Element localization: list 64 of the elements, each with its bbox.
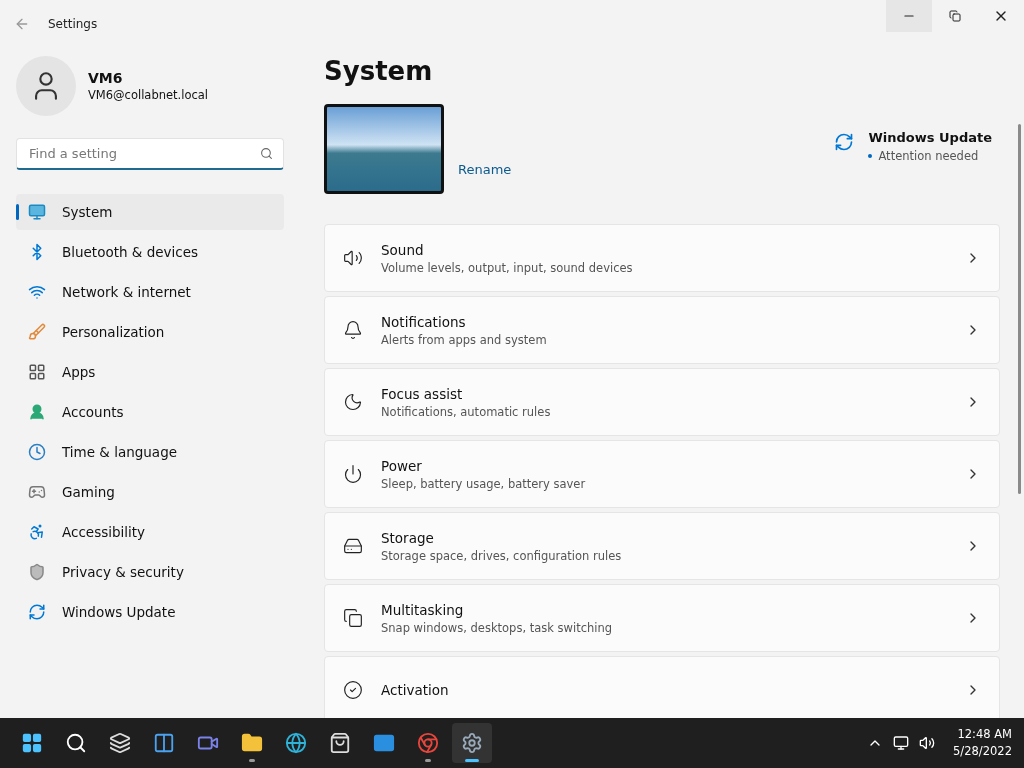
sidebar-item[interactable]: System xyxy=(16,194,284,230)
sidebar-item[interactable]: Accessibility xyxy=(16,514,284,550)
power-icon xyxy=(343,464,363,484)
setting-description: Alerts from apps and system xyxy=(381,332,548,347)
clock-icon xyxy=(28,443,46,461)
sidebar-item[interactable]: Accounts xyxy=(16,394,284,430)
monitor-icon xyxy=(28,203,46,221)
search-icon xyxy=(260,147,273,160)
refresh-icon xyxy=(834,132,855,152)
window-title: Settings xyxy=(48,17,98,31)
sidebar-item[interactable]: Personalization xyxy=(16,314,284,350)
network-icon[interactable] xyxy=(893,735,910,751)
settings-card[interactable]: Focus assist Notifications, automatic rules xyxy=(324,368,1000,436)
setting-description: Sleep, battery usage, battery saver xyxy=(381,476,587,491)
settings-card[interactable]: Activation xyxy=(324,656,1000,718)
setting-title: Multitasking xyxy=(381,601,465,618)
setting-title: Focus assist xyxy=(381,385,464,402)
sidebar-item[interactable]: Gaming xyxy=(16,474,284,510)
shield-icon xyxy=(28,563,46,581)
settings-icon[interactable] xyxy=(452,723,492,763)
moon-icon xyxy=(343,392,363,412)
search-field[interactable]: Find a setting xyxy=(16,138,284,170)
setting-title: Sound xyxy=(381,241,425,258)
sidebar-item[interactable]: Privacy & security xyxy=(16,554,284,590)
setting-title: Storage xyxy=(381,529,435,546)
settings-card[interactable]: Multitasking Snap windows, desktops, task switching xyxy=(324,584,1000,652)
wifi-icon xyxy=(28,283,46,301)
accessibility-icon xyxy=(28,523,46,541)
rename-link[interactable]: Rename xyxy=(458,162,512,177)
sidebar-item[interactable]: Time & language xyxy=(16,434,284,470)
search-input[interactable]: Find a setting xyxy=(27,145,260,162)
setting-title: Activation xyxy=(381,682,450,698)
bell-icon xyxy=(343,320,363,340)
person-icon xyxy=(28,403,46,421)
volume-icon[interactable] xyxy=(919,735,936,751)
settings-card[interactable]: Power Sleep, battery usage, battery saver xyxy=(324,440,1000,508)
setting-title: Power xyxy=(381,457,423,474)
apps-icon xyxy=(28,363,46,381)
sidebar-item[interactable]: Network & internet xyxy=(16,274,284,310)
account-email: VM6@collabnet.local xyxy=(88,88,209,102)
speaker-icon xyxy=(343,248,363,268)
update-status: Attention needed xyxy=(868,149,992,163)
refresh-icon xyxy=(28,603,46,621)
clock-date[interactable]: 5/28/2022 xyxy=(953,743,1012,760)
update-title[interactable]: Windows Update xyxy=(868,130,992,145)
clock-time[interactable]: 12:48 AM xyxy=(953,726,1012,743)
setting-description: Notifications, automatic rules xyxy=(381,404,552,419)
page-title: System xyxy=(324,56,434,86)
drive-icon xyxy=(343,536,363,556)
settings-card[interactable]: Sound Volume levels, output, input, sound devices xyxy=(324,224,1000,292)
check-circle-icon xyxy=(343,680,363,700)
gamepad-icon xyxy=(28,483,46,501)
sidebar-item[interactable]: Apps xyxy=(16,354,284,390)
restore-icon xyxy=(949,10,961,22)
setting-description: Storage space, drives, configuration rules xyxy=(381,548,623,563)
setting-title: Notifications xyxy=(381,313,467,330)
settings-card[interactable]: Notifications Alerts from apps and system xyxy=(324,296,1000,364)
account-name: VM6 xyxy=(88,70,124,86)
setting-description: Snap windows, desktops, task switching xyxy=(381,620,614,635)
brush-icon xyxy=(28,323,46,341)
setting-description: Volume levels, output, input, sound devices xyxy=(381,260,634,275)
sidebar-item[interactable]: Windows Update xyxy=(16,594,284,630)
sidebar-item[interactable]: Bluetooth & devices xyxy=(16,234,284,270)
settings-card[interactable]: Storage Storage space, drives, configuration rules xyxy=(324,512,1000,580)
